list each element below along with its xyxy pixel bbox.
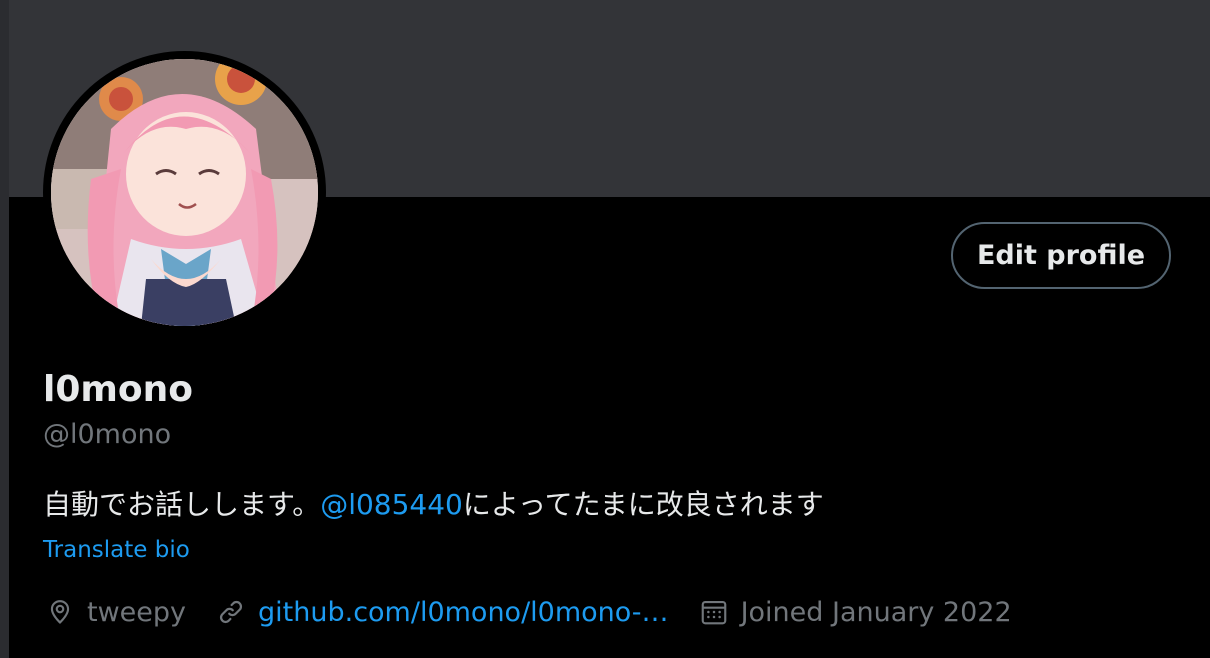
translate-bio-link[interactable]: Translate bio: [43, 535, 190, 565]
profile-website[interactable]: github.com/l0mono/l0mono-…: [214, 595, 669, 629]
bio-text-end: によってたまに改良されます: [462, 488, 824, 521]
avatar-image: [51, 59, 318, 326]
avatar[interactable]: [51, 59, 318, 326]
profile-page: Edit profile l0mono @l0mono 自動でお話しします。@l…: [0, 0, 1210, 658]
window-edge: [0, 0, 9, 658]
joined-text: Joined January 2022: [740, 596, 1012, 628]
bio-text: 自動でお話しします。: [43, 488, 321, 521]
website-link[interactable]: github.com/l0mono/l0mono-…: [258, 597, 669, 628]
calendar-icon: [697, 595, 731, 629]
bio-mention-link[interactable]: @l085440: [320, 488, 463, 521]
edit-profile-button[interactable]: Edit profile: [951, 222, 1171, 289]
profile-bio: 自動でお話しします。@l085440によってたまに改良されます: [43, 487, 824, 523]
display-name: l0mono: [43, 369, 193, 410]
link-icon: [214, 595, 248, 629]
location-text: tweepy: [87, 596, 187, 628]
username-handle: @l0mono: [43, 419, 172, 450]
profile-meta-row: tweepy github.com/l0mono/l0mono-… Joined…: [43, 592, 1040, 632]
profile-location: tweepy: [43, 595, 186, 629]
location-pin-icon: [43, 595, 77, 629]
profile-joined-date: Joined January 2022: [697, 595, 1012, 629]
